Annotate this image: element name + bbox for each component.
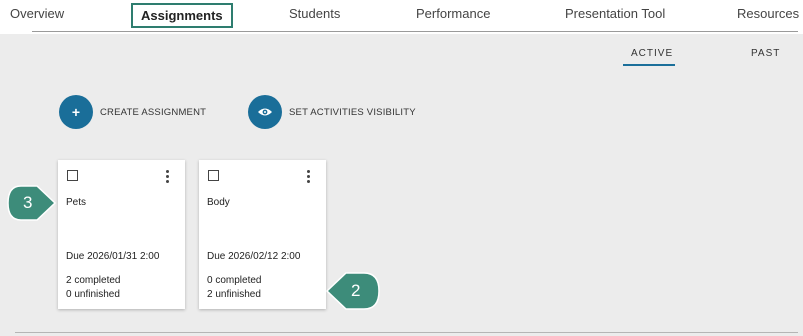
create-assignment-button[interactable]: + CREATE ASSIGNMENT bbox=[59, 95, 206, 129]
subtab-active-underline bbox=[623, 64, 675, 66]
subtab-active[interactable]: ACTIVE bbox=[631, 48, 673, 59]
tab-resources[interactable]: Resources bbox=[737, 6, 799, 21]
tab-assignments[interactable]: Assignments bbox=[131, 3, 233, 28]
tab-students[interactable]: Students bbox=[289, 6, 340, 21]
subtab-past[interactable]: PAST bbox=[751, 48, 780, 59]
completed-count: 0 completed bbox=[207, 275, 262, 286]
plus-icon[interactable]: + bbox=[59, 95, 93, 129]
tab-presentation-tool[interactable]: Presentation Tool bbox=[565, 6, 665, 21]
callout-number: 2 bbox=[351, 281, 361, 300]
assignment-due-date: Due 2026/02/12 2:00 bbox=[207, 251, 301, 262]
assignment-title: Pets bbox=[66, 197, 87, 208]
top-navigation: Overview Assignments Students Performanc… bbox=[0, 0, 803, 34]
callout-number: 3 bbox=[23, 193, 33, 212]
assignment-card-pets[interactable]: Pets Due 2026/01/31 2:00 2 completed 0 u… bbox=[58, 160, 185, 309]
set-activities-visibility-button[interactable]: SET ACTIVITIES VISIBILITY bbox=[248, 95, 416, 129]
completed-count: 2 completed bbox=[66, 275, 121, 286]
more-options-icon[interactable] bbox=[307, 170, 310, 183]
create-assignment-label: CREATE ASSIGNMENT bbox=[100, 106, 207, 118]
eye-icon[interactable] bbox=[248, 95, 282, 129]
set-activities-visibility-label: SET ACTIVITIES VISIBILITY bbox=[289, 106, 416, 118]
unfinished-count: 2 unfinished bbox=[207, 289, 261, 300]
more-options-icon[interactable] bbox=[166, 170, 169, 183]
assignment-due-date: Due 2026/01/31 2:00 bbox=[66, 251, 160, 262]
select-checkbox[interactable] bbox=[67, 170, 78, 181]
assignment-title: Body bbox=[207, 197, 230, 208]
bottom-divider bbox=[15, 332, 798, 333]
assignment-card-body[interactable]: Body Due 2026/02/12 2:00 0 completed 2 u… bbox=[199, 160, 326, 309]
nav-divider bbox=[32, 31, 798, 32]
unfinished-count: 0 unfinished bbox=[66, 289, 120, 300]
callout-3: 3 bbox=[7, 185, 57, 221]
tab-performance[interactable]: Performance bbox=[416, 6, 490, 21]
callout-2: 2 bbox=[326, 272, 380, 310]
select-checkbox[interactable] bbox=[208, 170, 219, 181]
tab-overview[interactable]: Overview bbox=[10, 6, 64, 21]
